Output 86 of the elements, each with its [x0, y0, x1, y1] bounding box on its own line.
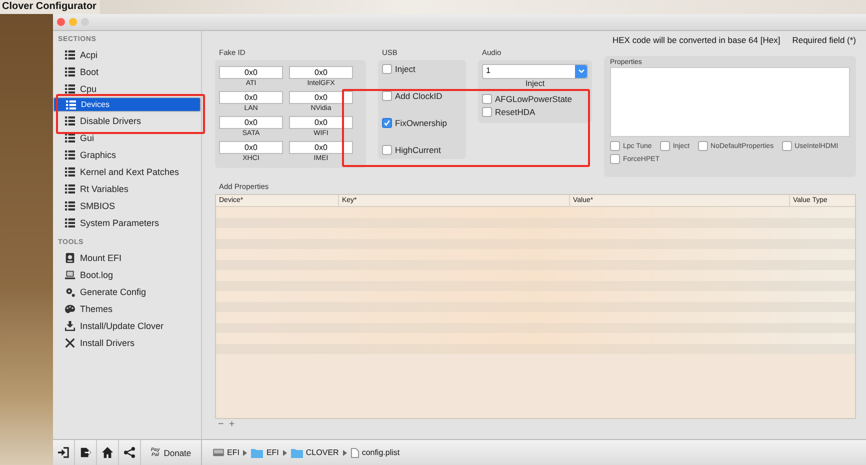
sidebar-item[interactable]: Install Drivers	[53, 334, 201, 351]
input-field[interactable]: 0x0	[219, 66, 283, 79]
minimize-button[interactable]	[69, 18, 77, 26]
sidebar-item[interactable]: Mount EFI	[53, 249, 201, 266]
folder-icon	[290, 448, 303, 458]
sidebar-item[interactable]: Rt Variables	[53, 180, 201, 197]
sidebar-item[interactable]: Disable Drivers	[53, 112, 201, 129]
input-field[interactable]: 0x0	[219, 116, 283, 129]
zoom-button[interactable]	[81, 18, 89, 26]
file-icon	[350, 448, 359, 458]
chevron-icon	[342, 450, 347, 456]
sidebar-item[interactable]: Themes	[53, 300, 201, 317]
sidebar-item[interactable]: Generate Config	[53, 283, 201, 300]
checkbox[interactable]	[698, 141, 708, 151]
checkbox[interactable]	[482, 107, 492, 117]
close-button[interactable]	[57, 18, 65, 26]
input-field[interactable]: 0x0	[289, 91, 353, 104]
sidebar-item[interactable]: Install/Update Clover	[53, 317, 201, 334]
dropdown-label: Inject	[524, 80, 546, 88]
path-item[interactable]: EFI	[251, 448, 279, 458]
add-button[interactable]: +	[228, 420, 236, 430]
laptop-icon	[65, 270, 75, 280]
input-field[interactable]: 0x0	[289, 66, 353, 79]
checkbox[interactable]	[382, 64, 392, 74]
list-icon	[66, 100, 76, 110]
checkbox[interactable]	[610, 141, 620, 151]
sidebar-item[interactable]: SMBIOS	[53, 197, 201, 214]
path-item[interactable]: CLOVER	[290, 448, 339, 458]
checkbox[interactable]	[482, 94, 492, 104]
checkbox[interactable]	[382, 118, 392, 128]
checkmark-icon	[383, 119, 391, 127]
checkbox[interactable]	[660, 141, 670, 151]
path-item[interactable]: EFI	[213, 448, 240, 457]
dropdown[interactable]: 1	[482, 64, 588, 79]
chevron-down-icon	[578, 69, 584, 74]
download-icon	[65, 320, 75, 330]
checkbox-label: Inject	[395, 64, 416, 74]
chevron-icon	[282, 450, 287, 456]
checkbox-label: Add ClockID	[395, 91, 442, 101]
properties-text-area[interactable]	[610, 67, 850, 137]
checkbox[interactable]	[782, 141, 792, 151]
list-icon	[65, 200, 75, 210]
list-icon	[65, 184, 75, 194]
path-item[interactable]: config.plist	[350, 448, 400, 458]
chevron-icon	[243, 450, 248, 456]
list-icon	[65, 84, 75, 94]
checkbox-label: HighCurrent	[395, 145, 441, 155]
app-name[interactable]: Clover Configurator	[0, 0, 100, 14]
list-icon	[65, 132, 75, 142]
checkbox-label: AFGLowPowerState	[495, 94, 572, 104]
palette-icon	[65, 304, 75, 314]
sidebar-item[interactable]: Graphics	[53, 146, 201, 163]
input-field[interactable]: 0x0	[289, 141, 353, 154]
hex-note: HEX code will be converted in base 64 [Hex]	[612, 35, 780, 47]
home-icon	[102, 447, 113, 458]
folder-icon	[251, 448, 264, 458]
sidebar-item[interactable]: Boot.log	[53, 266, 201, 283]
checkbox-label: ResetHDA	[495, 107, 536, 117]
list-icon	[65, 166, 75, 176]
list-icon	[65, 150, 75, 160]
checkbox[interactable]	[610, 154, 620, 164]
sidebar-item[interactable]: Gui	[53, 129, 201, 146]
input-field[interactable]: 0x0	[289, 116, 353, 129]
share-icon	[124, 447, 135, 458]
sidebar-item[interactable]: Devices	[53, 97, 201, 112]
list-icon	[65, 116, 75, 126]
input-field[interactable]: 0x0	[219, 91, 283, 104]
gear-icon	[65, 286, 75, 296]
export-icon	[80, 447, 91, 458]
list-icon	[65, 50, 75, 60]
sidebar-item[interactable]: Boot	[53, 63, 201, 80]
checkbox[interactable]	[382, 145, 392, 155]
import-icon	[58, 447, 69, 458]
list-icon	[65, 66, 75, 76]
list-icon	[65, 218, 75, 228]
sidebar-item[interactable]: Cpu	[53, 80, 201, 97]
input-field[interactable]: 0x0	[219, 141, 283, 154]
checkbox-label: FixOwnership	[395, 118, 447, 128]
drive-icon	[213, 448, 224, 457]
sidebar-item[interactable]: System Parameters	[53, 214, 201, 231]
sidebar-item[interactable]: Acpi	[53, 46, 201, 63]
required-note: Required field (*)	[792, 35, 856, 47]
checkbox[interactable]	[382, 91, 392, 101]
tools-icon	[65, 338, 75, 348]
sidebar-item[interactable]: Kernel and Kext Patches	[53, 163, 201, 180]
remove-button[interactable]: −	[217, 420, 225, 430]
